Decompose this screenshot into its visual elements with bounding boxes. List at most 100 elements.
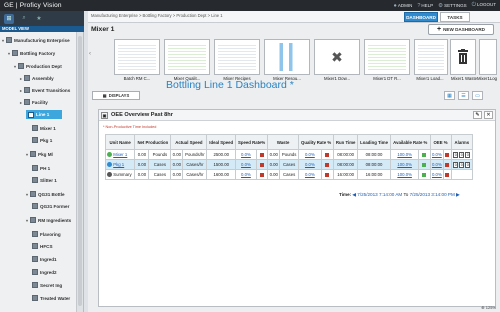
alarms-cell[interactable]: 000 — [450, 149, 474, 160]
list-view-icon[interactable]: ☰ — [458, 91, 469, 100]
grid-view-icon[interactable]: ▦ — [444, 91, 455, 100]
alarm-count[interactable]: 0 — [459, 151, 465, 158]
col-header: Available Rate % — [389, 134, 431, 150]
tree-node-assembly[interactable]: ▸ Assembly — [20, 72, 54, 84]
thumbnail[interactable] — [214, 39, 260, 75]
table-row[interactable]: Mixer 1 0.00 Pounds 0.00 Pounds/hr 2500.… — [104, 149, 474, 160]
collapse-icon[interactable]: ▾ — [26, 192, 29, 197]
alarm-count[interactable]: 0 — [465, 151, 471, 158]
alarm-count[interactable]: 0 — [453, 151, 459, 158]
cell[interactable]: 0.0% — [298, 159, 322, 170]
tree-node-facility[interactable]: ▸ Facility — [20, 96, 48, 108]
unit-name-cell[interactable]: Pkg 1 — [104, 159, 136, 170]
chevron-right-icon[interactable]: ▶ — [456, 192, 460, 197]
zoom-level[interactable]: ⊕ 125% — [481, 305, 496, 310]
tree-node-treated-water[interactable]: Treated Water — [32, 292, 70, 304]
help-link[interactable]: ?HELP — [417, 3, 433, 9]
panel-view-icon[interactable]: ▭ — [472, 91, 483, 100]
cell[interactable]: 0.0% — [235, 159, 257, 170]
tree-node-pkg-1[interactable]: Pkg 1 — [32, 134, 52, 146]
alarms-cell[interactable]: 000 — [450, 159, 474, 170]
breadcrumb[interactable]: Manufacturing Enterprise > Bottling Fact… — [91, 13, 223, 18]
admin-label: ADMIN — [397, 2, 413, 8]
tools-icon: ✖ — [318, 43, 356, 71]
unit-link[interactable]: Pkg 1 — [113, 162, 124, 167]
cell[interactable]: 0.0% — [298, 149, 322, 160]
tree-node-event-transitions[interactable]: ▸ Event Transitions — [20, 84, 70, 96]
sidebar-scrollbar[interactable] — [76, 32, 83, 312]
tree-node-secret-ing[interactable]: Secret Ing — [32, 279, 62, 291]
collapse-icon[interactable]: ▾ — [26, 152, 29, 157]
alarm-count[interactable]: 0 — [465, 161, 471, 168]
cell[interactable]: 0.0% — [298, 169, 322, 180]
tree-node-flavoring[interactable]: Flavoring — [32, 228, 61, 240]
expand-icon[interactable]: ▸ — [20, 100, 23, 105]
collapse-icon[interactable]: ▾ — [8, 51, 11, 56]
tree-node-ph-1[interactable]: PH 1 — [32, 162, 50, 174]
chevron-left-icon[interactable]: ‹ — [89, 51, 93, 63]
star-icon[interactable]: ★ — [34, 14, 44, 24]
cell[interactable]: 100.0% — [389, 149, 420, 160]
admin-link[interactable]: ●ADMIN — [394, 3, 413, 9]
cell[interactable]: 0.0% — [235, 169, 257, 180]
tree-node-bottling-factory[interactable]: ▾ Bottling Factory — [8, 47, 55, 59]
expand-icon[interactable]: ▸ — [20, 88, 23, 93]
cell: 0.00 — [267, 149, 281, 160]
tree-node-mixer-1[interactable]: Mixer 1 — [32, 122, 56, 134]
search-icon[interactable]: ⌕ — [19, 14, 29, 24]
tree-node-ingred2[interactable]: Ingred2 — [32, 266, 57, 278]
panel-header: ▣ OEE Overview Past 8hr ✎ ✕ — [99, 110, 495, 121]
tree-node-production-dept[interactable]: ▾ Production Dept — [14, 60, 62, 72]
cell[interactable]: 0.0% — [429, 149, 445, 160]
tree-node-qg31-former[interactable]: QG31 Former — [32, 200, 69, 212]
thumbnail[interactable] — [414, 39, 448, 75]
tab-dashboard[interactable]: DASHBOARD — [404, 12, 438, 22]
tree-node-enterprise[interactable]: ▾ Manufacturing Enterprise — [2, 34, 70, 46]
thumbnail[interactable] — [364, 39, 410, 75]
unit-name-cell[interactable]: Mixer 1 — [104, 149, 136, 160]
time-end[interactable]: 7/25/2013 3:14:00 PM — [410, 192, 455, 197]
tree-node-ingred1[interactable]: Ingred1 — [32, 253, 57, 265]
collapse-icon[interactable]: ▾ — [26, 218, 29, 223]
tree-node-pkg-ml[interactable]: ▾ Pkg Ml — [26, 148, 53, 160]
thumbnail[interactable] — [450, 39, 476, 75]
cell[interactable]: 100.0% — [389, 159, 420, 170]
close-icon[interactable]: ✕ — [484, 111, 493, 119]
tree-node-line-1[interactable]: Line 1 — [26, 110, 62, 119]
thumbnail[interactable]: ✖ — [314, 39, 360, 75]
cell[interactable]: 0.0% — [429, 169, 445, 180]
settings-link[interactable]: ⚙SETTINGS — [438, 3, 466, 9]
tab-tasks[interactable]: TASKS — [440, 12, 470, 22]
time-label: Time: — [339, 192, 352, 197]
tree-node-hfcs[interactable]: HFCS — [32, 240, 53, 252]
edit-icon[interactable]: ✎ — [473, 111, 482, 119]
new-dashboard-button[interactable]: + NEW DASHBOARD — [428, 24, 494, 35]
cell[interactable]: 0.0% — [235, 149, 257, 160]
unit-link[interactable]: Mixer 1 — [113, 152, 127, 157]
thumbnail[interactable] — [114, 39, 160, 75]
table-row[interactable]: Summary 0.00 Cases 0.00 Cases/hr 1600.00… — [104, 169, 474, 180]
tree-node-rm-ingredients[interactable]: ▾ RM Ingredients — [26, 214, 71, 226]
thumbnail[interactable] — [264, 39, 310, 75]
thumbnail[interactable] — [479, 39, 497, 75]
tree-label: HFCS — [40, 243, 53, 249]
chevron-left-icon[interactable]: ◀ — [352, 192, 356, 197]
tree-node-qg31-bottle[interactable]: ▾ QG31 Bottle — [26, 188, 65, 200]
scrollbar-thumb[interactable] — [78, 36, 82, 306]
top-actions: ●ADMIN ?HELP ⚙SETTINGS ⏻LOGOUT — [394, 2, 500, 9]
table-row[interactable]: Pkg 1 0.00 Cases 0.00 Cases/hr 1500.00 0… — [104, 159, 474, 170]
alarm-count[interactable]: 0 — [459, 161, 465, 168]
logout-link[interactable]: ⏻LOGOUT — [472, 2, 496, 9]
alarm-count[interactable]: 0 — [453, 161, 459, 168]
collapse-icon[interactable]: ▾ — [2, 38, 5, 43]
time-start[interactable]: 7/25/2013 7:14:00 AM — [357, 192, 402, 197]
thumbnail[interactable] — [164, 39, 210, 75]
hierarchy-icon[interactable]: ⊞ — [4, 13, 14, 24]
tree-label: Treated Water — [40, 295, 71, 301]
cell[interactable]: 0.0% — [429, 159, 445, 170]
collapse-icon[interactable]: ▾ — [14, 64, 17, 69]
displays-button[interactable]: ▦ DISPLAYS — [92, 91, 140, 100]
tree-node-slitter-1[interactable]: Slitter 1 — [32, 174, 57, 186]
cell[interactable]: 100.0% — [389, 169, 420, 180]
expand-icon[interactable]: ▸ — [20, 76, 23, 81]
